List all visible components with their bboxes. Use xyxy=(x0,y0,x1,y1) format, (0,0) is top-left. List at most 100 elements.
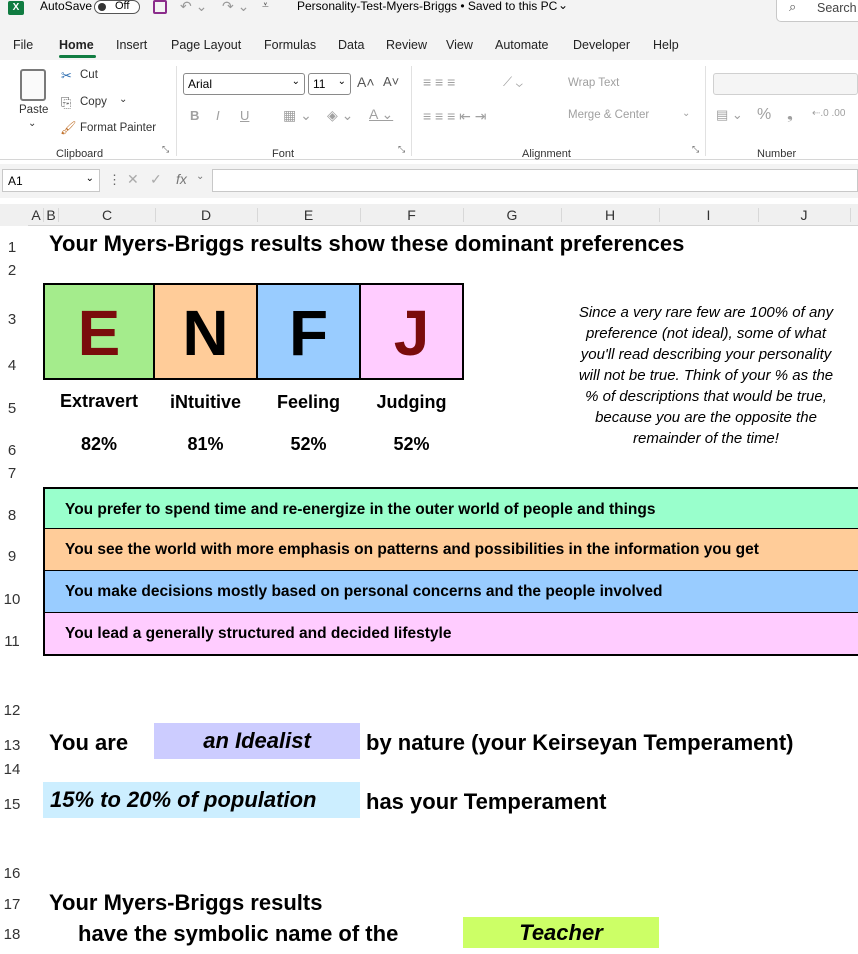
preference-name: Extravert xyxy=(59,391,139,411)
row-header[interactable]: 2 xyxy=(0,262,24,279)
group-clipboard: Clipboard xyxy=(56,148,104,160)
number-format-select[interactable] xyxy=(713,73,858,95)
row-header[interactable]: 12 xyxy=(0,702,24,719)
align-left-icon[interactable]: ≡ ≡ ≡ ⇤ ⇥ xyxy=(423,108,487,125)
tab-formulas[interactable]: Formulas xyxy=(264,38,316,52)
autosave-toggle[interactable]: Off xyxy=(94,0,140,14)
row-header[interactable]: 7 xyxy=(0,465,24,482)
row-header[interactable]: 6 xyxy=(0,442,24,459)
borders-icon[interactable]: ▦ ⌄ xyxy=(283,107,312,124)
row-header[interactable]: 9 xyxy=(0,548,24,565)
row-header[interactable]: 14 xyxy=(0,761,24,778)
tab-review[interactable]: Review xyxy=(386,38,427,52)
merge-chevron-icon[interactable]: ⌄ xyxy=(682,108,690,119)
tab-data[interactable]: Data xyxy=(338,38,364,52)
select-all-button[interactable] xyxy=(0,204,28,226)
cut-button[interactable]: Cut xyxy=(80,69,98,81)
insert-function-button[interactable]: fx xyxy=(176,171,187,187)
column-header[interactable]: I xyxy=(659,207,758,223)
decimal-icon[interactable]: ⇠.0 .00 xyxy=(812,108,845,119)
decrease-font-icon[interactable]: A˅ xyxy=(383,74,399,89)
alignment-dialog-launcher-icon[interactable]: ⤡ xyxy=(692,144,699,155)
column-header[interactable]: J xyxy=(758,207,850,223)
row-header[interactable]: 5 xyxy=(0,400,24,417)
column-header[interactable]: A xyxy=(29,207,43,223)
more-options-icon[interactable]: ⋮ xyxy=(108,172,121,188)
paste-button[interactable]: Paste xyxy=(19,104,48,116)
align-top-icon[interactable]: ≡ ≡ ≡ xyxy=(423,74,455,90)
font-color-icon[interactable]: A ⌄ xyxy=(369,106,393,123)
fill-color-icon[interactable]: ◈ ⌄ xyxy=(327,107,353,124)
font-size-select[interactable]: 11 ⌄ xyxy=(308,73,351,95)
merge-center-button[interactable]: Merge & Center xyxy=(568,109,649,121)
ribbon-tabs: File Home Insert Page Layout Formulas Da… xyxy=(0,32,858,60)
column-header[interactable]: E xyxy=(257,207,360,223)
enter-icon[interactable]: ✓ xyxy=(150,171,162,188)
wrap-text-button[interactable]: Wrap Text xyxy=(568,77,619,89)
undo-icon[interactable]: ↶ ⌄ xyxy=(180,0,207,15)
row-header[interactable]: 11 xyxy=(0,633,24,650)
format-painter-button[interactable]: Format Painter xyxy=(80,122,156,134)
percent-style-icon[interactable]: % xyxy=(757,106,771,124)
bold-button[interactable]: B xyxy=(190,108,199,123)
tab-help[interactable]: Help xyxy=(653,38,679,52)
tab-developer[interactable]: Developer xyxy=(573,38,630,52)
accounting-format-icon[interactable]: ▤ ⌄ xyxy=(716,107,743,123)
paste-chevron-icon[interactable]: ⌄ xyxy=(28,118,36,129)
font-name-select[interactable]: Arial ⌄ xyxy=(183,73,305,95)
font-dialog-launcher-icon[interactable]: ⤡ xyxy=(398,144,405,155)
preference-name: Judging xyxy=(376,392,447,412)
group-font: Font xyxy=(272,148,295,160)
name-box[interactable]: A1 ⌄ xyxy=(2,169,100,192)
group-separator xyxy=(705,66,706,156)
row-header[interactable]: 17 xyxy=(0,896,24,913)
formula-input[interactable] xyxy=(212,169,858,192)
italic-button[interactable]: I xyxy=(216,108,220,123)
row-header[interactable]: 16 xyxy=(0,865,24,882)
results-heading: Your Myers-Briggs results show these dom… xyxy=(49,231,685,256)
autosave-state: Off xyxy=(115,0,130,12)
row-header[interactable]: 8 xyxy=(0,507,24,524)
document-title[interactable]: Personality-Test-Myers-Briggs • Saved to… xyxy=(297,0,557,13)
redo-icon[interactable]: ↷ ⌄ xyxy=(222,0,249,15)
copy-button[interactable]: Copy xyxy=(80,96,107,108)
tab-automate[interactable]: Automate xyxy=(495,38,549,52)
customize-qat-icon[interactable]: ⩡ xyxy=(262,0,269,13)
tab-file[interactable]: File xyxy=(13,38,33,52)
column-header[interactable]: G xyxy=(463,207,561,223)
increase-font-icon[interactable]: A˄ xyxy=(357,74,375,90)
row-header[interactable]: 4 xyxy=(0,357,24,374)
statement-judging: You lead a generally structured and deci… xyxy=(43,613,858,656)
column-header[interactable]: B xyxy=(44,207,58,223)
column-header[interactable]: C xyxy=(59,207,155,223)
preference-letter-j: J xyxy=(359,283,464,380)
cancel-icon[interactable]: ✕ xyxy=(127,171,139,188)
tab-insert[interactable]: Insert xyxy=(116,38,147,52)
copy-chevron-icon[interactable]: ⌄ xyxy=(119,94,127,105)
search-box[interactable]: ⌕ Search xyxy=(776,0,858,22)
tab-page-layout[interactable]: Page Layout xyxy=(171,38,241,52)
autosave-label: AutoSave xyxy=(40,0,93,13)
comma-style-icon[interactable]: ❟ xyxy=(787,106,793,123)
underline-button[interactable]: U xyxy=(240,108,249,123)
note-line: remainder of the time! xyxy=(633,430,779,447)
row-header[interactable]: 18 xyxy=(0,926,24,943)
row-header[interactable]: 13 xyxy=(0,737,24,754)
row-header[interactable]: 15 xyxy=(0,796,24,813)
group-separator xyxy=(176,66,177,156)
tab-home[interactable]: Home xyxy=(59,38,94,52)
title-bar: X AutoSave Off ↶ ⌄ ↷ ⌄ ⩡ Personality-Tes… xyxy=(0,0,858,32)
fx-chevron-icon[interactable]: ⌄ xyxy=(196,171,204,182)
column-header[interactable]: D xyxy=(155,207,257,223)
orientation-icon[interactable]: ⟋ ⌄ xyxy=(503,74,523,90)
row-header[interactable]: 1 xyxy=(0,239,24,256)
row-header[interactable]: 3 xyxy=(0,311,24,328)
save-icon[interactable] xyxy=(153,0,167,14)
row-header[interactable]: 10 xyxy=(0,591,24,608)
tab-view[interactable]: View xyxy=(446,38,473,52)
chevron-down-icon[interactable]: ⌄ xyxy=(558,0,568,12)
column-header[interactable]: H xyxy=(561,207,659,223)
column-header[interactable]: F xyxy=(360,207,463,223)
dialog-launcher-icon[interactable]: ⤡ xyxy=(162,144,169,155)
paste-icon[interactable] xyxy=(20,69,46,101)
